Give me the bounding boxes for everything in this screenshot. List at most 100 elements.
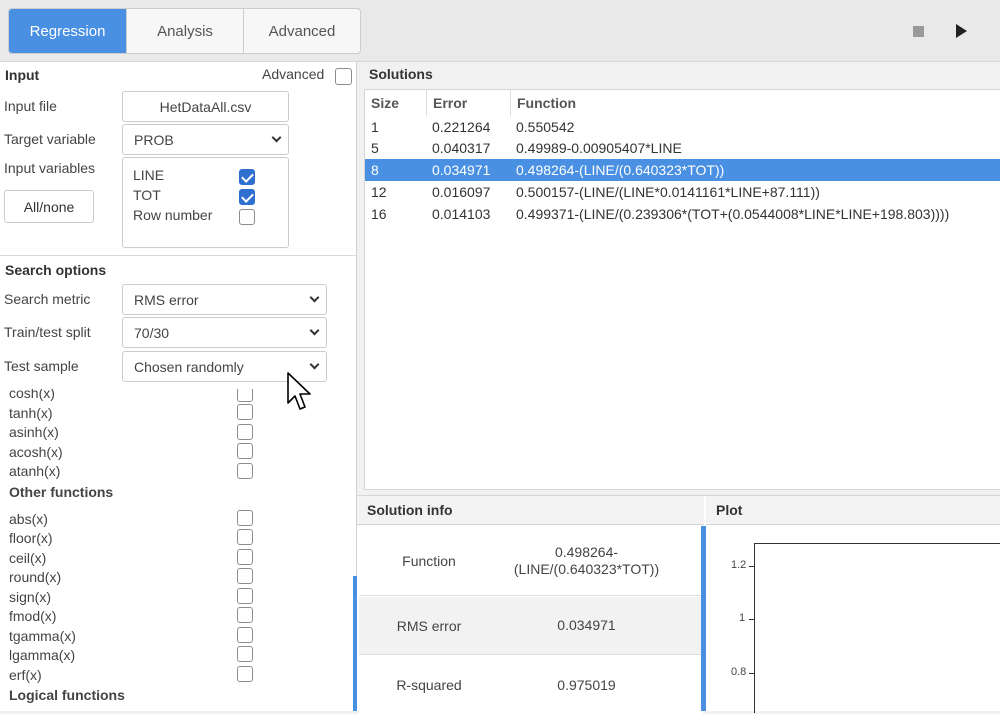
target-variable-label: Target variable [4,131,96,147]
input-file-label: Input file [4,98,57,114]
search-metric-label: Search metric [4,291,91,307]
cell-function: 0.500157-(LINE/(LINE*0.0141161*LINE+87.1… [516,184,820,200]
function-value-line1: 0.498264- [554,543,619,560]
tab-analysis[interactable]: Analysis [126,9,243,53]
cell-size: 5 [371,140,379,156]
chevron-down-icon [271,132,282,143]
function-checkbox[interactable] [237,568,253,584]
cell-error: 0.034971 [432,162,491,178]
top-toolbar: Regression Analysis Advanced [0,0,1000,62]
input-file-field[interactable]: HetDataAll.csv [122,91,289,122]
search-options-title: Search options [5,262,107,278]
advanced-checkbox[interactable] [335,68,352,85]
function-value-line2: (LINE/(0.640323*TOT)) [513,560,660,577]
column-header-function[interactable]: Function [510,90,1000,116]
test-sample-label: Test sample [4,358,79,374]
cell-function: 0.550542 [516,119,575,135]
function-checkbox[interactable] [237,443,253,459]
table-row[interactable]: 5 0.040317 0.49989-0.00905407*LINE [365,137,1000,159]
chevron-down-icon [309,292,320,303]
function-label: tgamma(x) [9,628,76,644]
y-tick [749,566,754,567]
variable-checkbox-tot[interactable] [239,189,255,205]
other-functions-title: Other functions [9,484,114,500]
function-checkbox[interactable] [237,529,253,545]
function-checkbox[interactable] [237,510,253,526]
info-row-r-squared: R-squared 0.975019 [359,656,703,714]
function-checkbox[interactable] [237,627,253,643]
function-label: floor(x) [9,530,53,546]
function-label: abs(x) [9,511,48,527]
function-label: lgamma(x) [9,647,76,663]
info-key: Function [402,552,456,569]
variable-checkbox-row-number[interactable] [239,209,255,225]
function-label: sign(x) [9,589,52,605]
info-key: RMS error [396,617,462,634]
section-divider [0,255,357,256]
cell-size: 12 [371,184,387,200]
table-row[interactable]: 16 0.014103 0.499371-(LINE/(0.239306*(TO… [365,203,1000,225]
info-value: 0.034971 [557,617,616,633]
variable-checkbox-line[interactable] [239,169,255,185]
table-row[interactable]: 1 0.221264 0.550542 [365,116,1000,138]
function-label: atanh(x) [9,463,61,479]
function-label: erf(x) [9,667,42,683]
variable-label-line: LINE [133,167,165,183]
cursor-icon [287,372,311,410]
search-metric-select[interactable]: RMS error [122,284,327,315]
cell-function: 0.49989-0.00905407*LINE [516,140,682,156]
tab-regression[interactable]: Regression [9,9,126,53]
function-label: cosh(x) [9,389,55,401]
advanced-label: Advanced [262,66,325,82]
column-header-error[interactable]: Error [426,90,510,116]
function-checkbox[interactable] [237,389,253,402]
function-checkbox[interactable] [237,666,253,682]
function-checkbox[interactable] [237,588,253,604]
function-label: acosh(x) [9,444,63,460]
plot-header [706,495,1000,525]
function-label: asinh(x) [9,424,59,440]
function-checkbox[interactable] [237,607,253,623]
test-sample-value: Chosen randomly [134,358,244,375]
plot-area[interactable] [754,543,1000,713]
function-checkbox[interactable] [237,549,253,565]
column-header-size[interactable]: Size [365,90,426,116]
chevron-down-icon [309,359,320,370]
y-tick [749,619,754,620]
table-row[interactable]: 12 0.016097 0.500157-(LINE/(LINE*0.01411… [365,181,1000,203]
function-checkbox[interactable] [237,463,253,479]
function-checkbox[interactable] [237,646,253,662]
y-tick-label: 0.8 [731,666,747,678]
y-tick-label: 1 [739,612,746,624]
main-tabs: Regression Analysis Advanced [8,8,361,54]
train-test-split-value: 70/30 [134,324,170,341]
cell-function: 0.499371-(LINE/(0.239306*(TOT+(0.0544008… [516,206,950,222]
info-key: R-squared [396,677,462,693]
logical-functions-title: Logical functions [9,687,125,703]
y-tick-label: 1.2 [731,559,747,571]
y-tick [749,673,754,674]
train-test-split-select[interactable]: 70/30 [122,317,327,348]
play-icon[interactable] [956,24,967,38]
target-variable-select[interactable]: PROB [122,124,289,155]
cell-error: 0.221264 [432,119,491,135]
info-value: 0.498264- (LINE/(0.640323*TOT)) [499,544,674,578]
function-label: fmod(x) [9,608,57,624]
cell-size: 1 [371,119,379,135]
all-none-button[interactable]: All/none [4,190,94,223]
function-label: tanh(x) [9,405,53,421]
function-list: cosh(x) tanh(x) asinh(x) acosh(x) atanh(… [0,389,355,711]
info-row-rms: RMS error 0.034971 [359,597,703,655]
function-label: ceil(x) [9,550,47,566]
stop-icon[interactable] [913,26,924,37]
function-label: round(x) [9,569,62,585]
plot-title: Plot [716,502,743,518]
cell-size: 16 [371,206,387,222]
info-value: 0.975019 [557,676,616,693]
function-checkbox[interactable] [237,404,253,420]
solutions-title: Solutions [369,66,433,82]
tab-advanced[interactable]: Advanced [243,9,360,53]
input-variables-label: Input variables [4,160,96,176]
table-row-selected[interactable]: 8 0.034971 0.498264-(LINE/(0.640323*TOT)… [365,159,1000,181]
function-checkbox[interactable] [237,424,253,440]
